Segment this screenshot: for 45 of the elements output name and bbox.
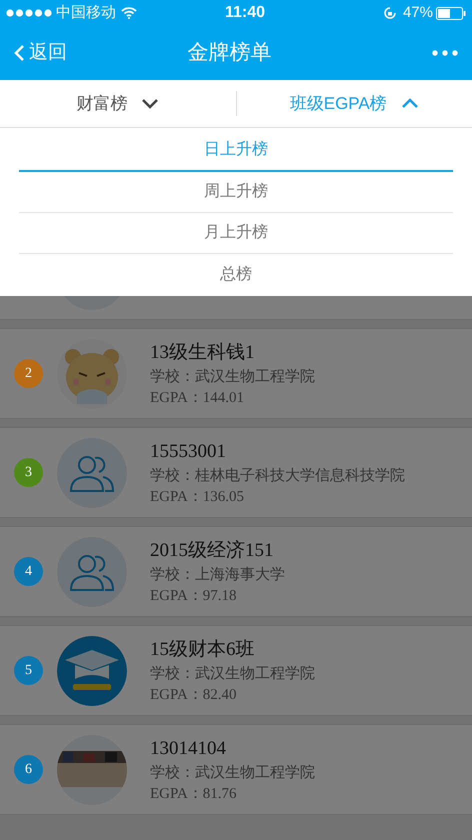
school-text: 学校：武汉生物工程学院 [150,368,315,386]
class-name: 13级生科钱1 [150,340,256,364]
class-name: 2015级经济151 [150,538,274,562]
carrier-text: 中国移动 [56,2,116,23]
ranking-row[interactable]: 3 15553001 学校：桂林电子科技大学信息科技学院 EGPA：136.05 [0,427,472,518]
ranking-row[interactable]: 2 13级生科钱1 学校：武汉生物工程学院 EGPA：144.01 [0,328,472,419]
ranking-row[interactable]: 5 15级财本6班 学校：武汉生物工程学院 EGPA：82.40 [0,625,472,716]
rank-badge: 4 [14,557,43,586]
more-icon [432,50,458,56]
school-text: 学校：武汉生物工程学院 [150,764,315,782]
ranking-row[interactable]: 4 2015级经济151 学校：上海海事大学 EGPA：97.18 [0,526,472,617]
egpa-text: EGPA：82.40 [150,686,238,704]
tab[interactable]: 财富榜 [76,90,160,116]
rank-badge: 2 [14,359,43,388]
battery-text: 47% [402,2,433,23]
back-chevron-icon [14,44,25,62]
wifi-icon [121,7,137,19]
school-text: 学校：桂林电子科技大学信息科技学院 [150,466,405,486]
class-name: 13014104 [150,736,227,760]
class-name: 15级财本6班 [150,638,256,662]
dropdown-item[interactable]: 日上升榜 [19,130,453,172]
egpa-text: EGPA：97.18 [150,586,238,606]
class-name: 15553001 [150,440,227,464]
rank-badge: 3 [14,458,43,487]
egpa-text: EGPA：144.01 [150,388,246,408]
page-title: 金牌榜单 [188,40,272,66]
chevron-down-icon [141,98,160,109]
chevron-up-icon [400,98,419,109]
rank-badge: 6 [14,755,43,784]
rank-badge: 5 [14,656,43,685]
group-icon [57,438,127,508]
egpa-text: EGPA：136.05 [150,488,246,506]
clock-text: 11:40 [224,3,265,23]
ranking-row[interactable]: 6 13014104 学校：武汉生物工程学院 EGPA：81.76 [0,724,472,815]
rotation-lock-icon [382,6,397,20]
group-icon [57,536,127,606]
signal-icon [6,9,52,17]
back-button[interactable]: 返回 [0,38,67,68]
battery-icon [436,6,466,20]
school-text: 学校：武汉生物工程学院 [150,664,315,684]
dropdown-item[interactable]: 周上升榜 [19,172,453,213]
egpa-text: EGPA：81.76 [150,784,238,804]
tab[interactable]: 班级EGPA榜 [290,90,419,116]
school-text: 学校：上海海事大学 [150,566,285,584]
dropdown-item[interactable]: 月上升榜 [19,213,453,254]
